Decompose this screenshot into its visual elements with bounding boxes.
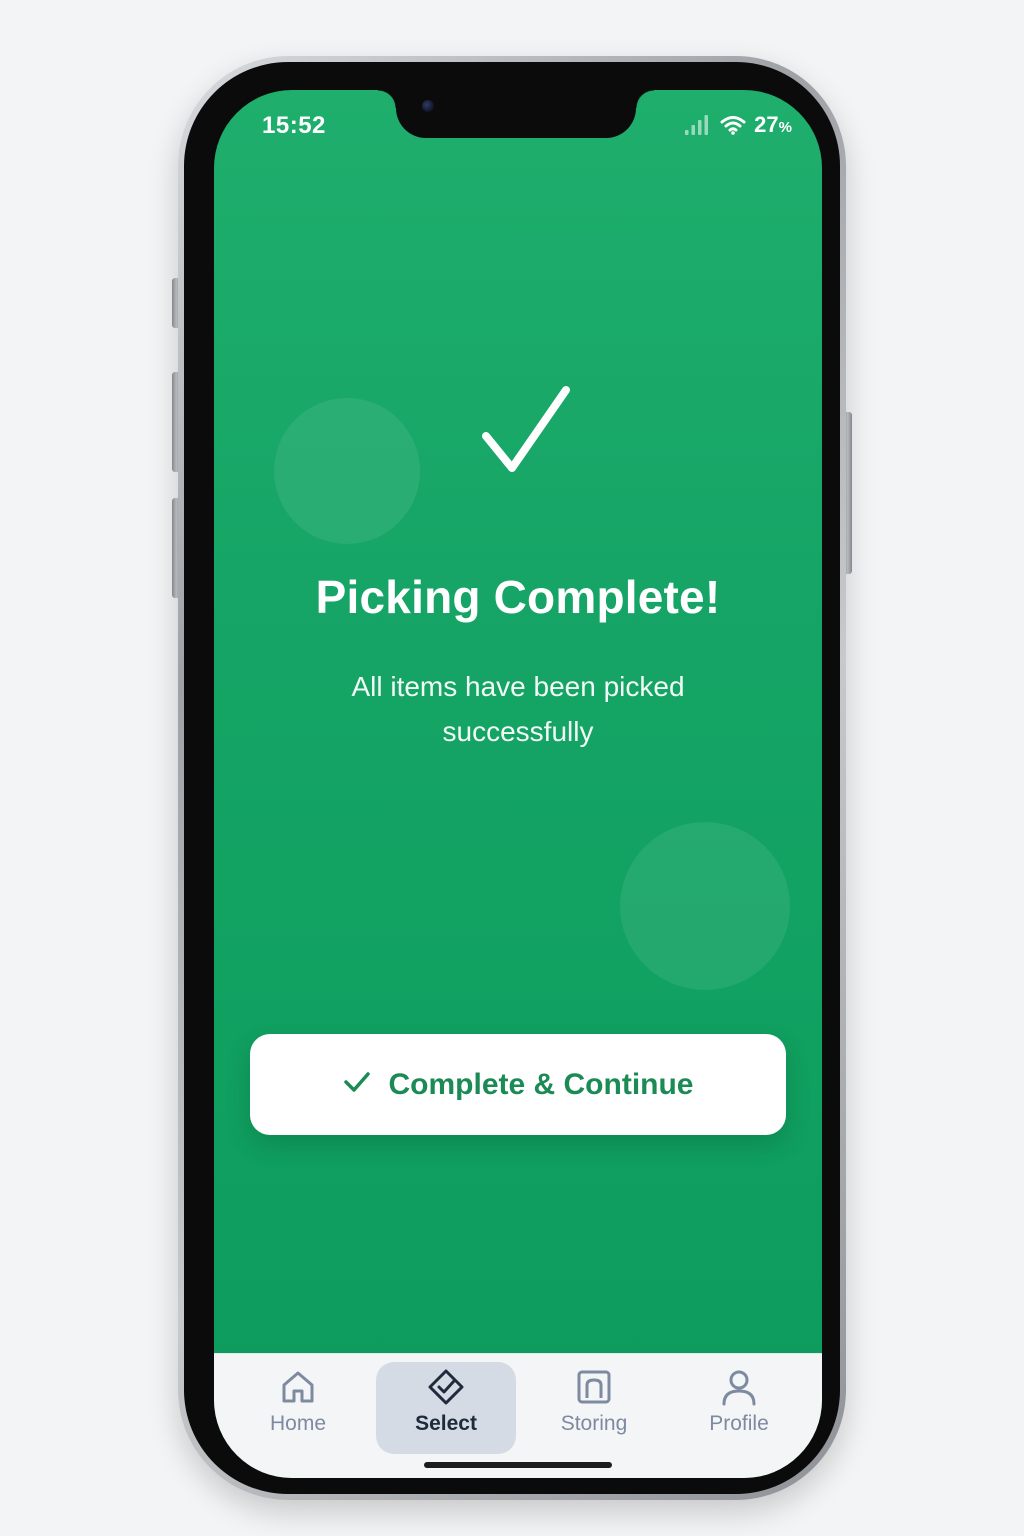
checkmark-icon: [343, 1071, 371, 1098]
storing-icon: [575, 1368, 613, 1406]
cellular-signal-icon: [684, 115, 712, 135]
page-title: Picking Complete!: [315, 571, 721, 623]
wifi-icon: [720, 115, 746, 135]
home-indicator: [424, 1462, 612, 1468]
home-icon: [279, 1368, 317, 1406]
select-check-icon: [427, 1368, 465, 1406]
tab-label: Profile: [709, 1412, 769, 1435]
device-frame: 15:52 27% Picking Complete! All items ha…: [0, 0, 1024, 1536]
screen: 15:52 27% Picking Complete! All items ha…: [214, 90, 822, 1478]
battery-level: 27%: [754, 112, 792, 137]
complete-continue-label: Complete & Continue: [388, 1067, 694, 1101]
phone-body: 15:52 27% Picking Complete! All items ha…: [178, 56, 846, 1500]
checkmark-icon: [480, 386, 572, 478]
tab-select[interactable]: Select: [376, 1362, 516, 1454]
tab-label: Storing: [560, 1412, 628, 1435]
tab-home[interactable]: Home: [228, 1362, 368, 1454]
bottom-tab-bar: Home Select Storing Profile: [214, 1353, 822, 1478]
status-indicators: 27%: [684, 112, 792, 138]
tab-label: Home: [269, 1412, 327, 1435]
tab-storing[interactable]: Storing: [524, 1362, 664, 1454]
complete-continue-button[interactable]: Complete & Continue: [250, 1034, 786, 1135]
tab-profile[interactable]: Profile: [669, 1362, 809, 1454]
phone-bezel: 15:52 27% Picking Complete! All items ha…: [184, 62, 840, 1494]
decorative-circle: [620, 822, 790, 990]
status-time: 15:52: [262, 112, 326, 139]
profile-icon: [720, 1368, 758, 1406]
tab-label: Select: [415, 1412, 477, 1435]
front-camera: [422, 100, 434, 112]
decorative-circle: [274, 398, 420, 544]
notch: [378, 90, 654, 138]
page-subtitle: All items have been picked successfully: [351, 671, 685, 747]
